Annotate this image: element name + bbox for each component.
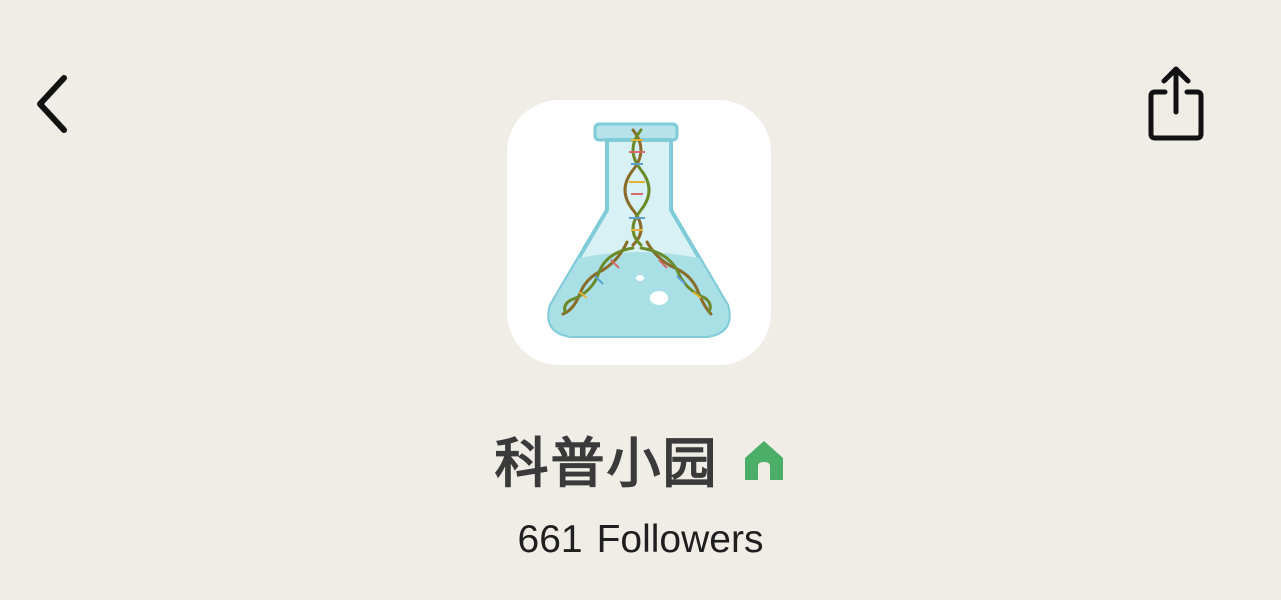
share-icon: [1148, 66, 1204, 141]
home-icon[interactable]: [741, 437, 787, 483]
profile-page: 科普小园 661 Followers: [0, 0, 1281, 600]
profile-name: 科普小园: [494, 431, 719, 495]
avatar[interactable]: [507, 100, 771, 365]
followers-number: 661: [517, 518, 583, 561]
followers-label: Followers: [596, 518, 764, 561]
flask-dna-icon: [547, 122, 731, 338]
followers-count[interactable]: 661 Followers: [0, 512, 1281, 568]
profile-title-row: 科普小园: [0, 418, 1281, 498]
back-button[interactable]: [20, 64, 84, 144]
share-button[interactable]: [1138, 58, 1214, 148]
chevron-left-icon: [37, 75, 67, 133]
